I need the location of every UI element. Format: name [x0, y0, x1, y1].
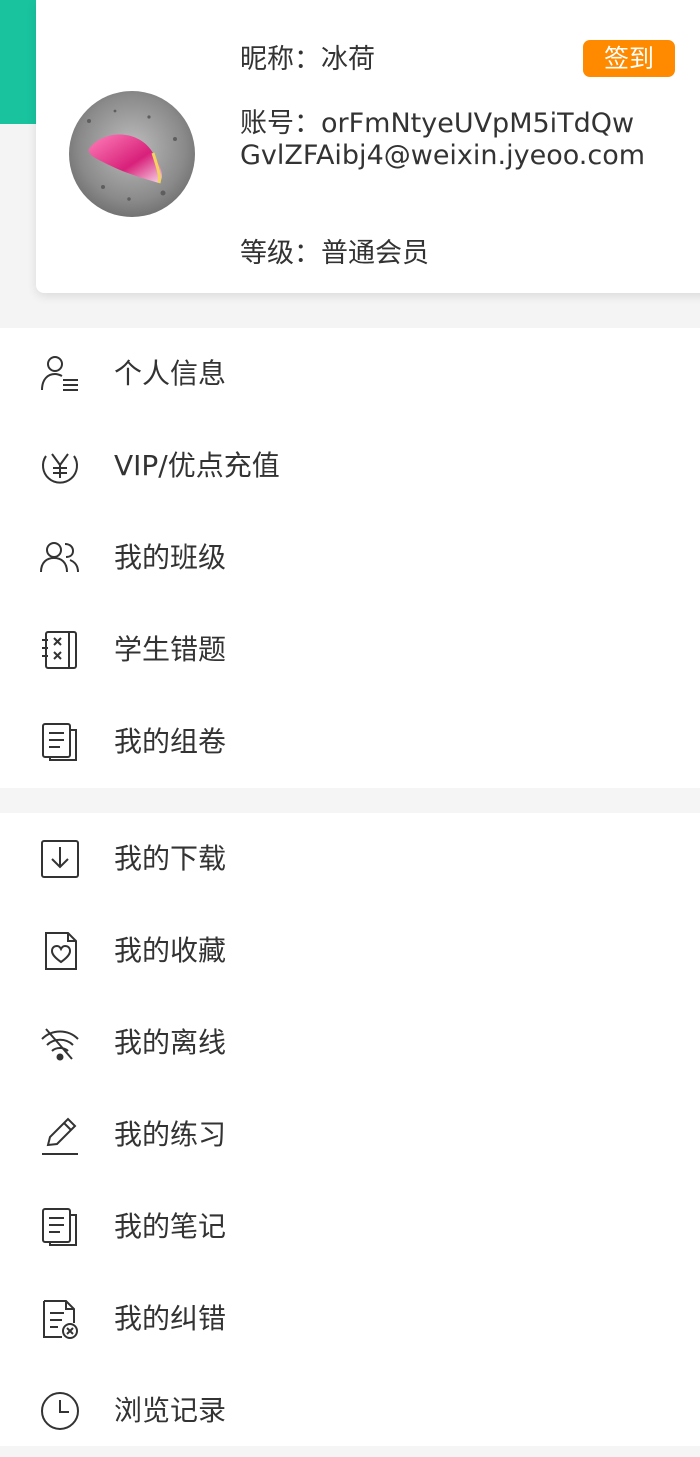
- menu-label: 浏览记录: [114, 1394, 227, 1427]
- document-icon: [38, 720, 82, 764]
- avatar-image: [69, 91, 195, 217]
- menu-item-my-corrections[interactable]: 我的纠错: [0, 1273, 700, 1365]
- download-icon: [38, 837, 82, 881]
- menu-label: 我的纠错: [114, 1302, 227, 1335]
- menu-item-browse-history[interactable]: 浏览记录: [0, 1365, 700, 1457]
- users-icon: [38, 536, 82, 580]
- menu-label: 我的离线: [114, 1026, 227, 1059]
- notes-icon: [38, 1205, 82, 1249]
- checkin-button[interactable]: 签到: [583, 40, 675, 77]
- menu-group-2: 我的下载 我的收藏 我的离线 我的练习 我的笔记 我的纠错 浏览记录: [0, 813, 700, 1446]
- menu-item-my-class[interactable]: 我的班级: [0, 512, 700, 604]
- menu-group-1: 个人信息 VIP/优点充值 我的班级 学生错题 我的组卷: [0, 328, 700, 788]
- menu-label: 我的收藏: [114, 934, 227, 967]
- menu-item-my-offline[interactable]: 我的离线: [0, 997, 700, 1089]
- menu-item-student-wrong-questions[interactable]: 学生错题: [0, 604, 700, 696]
- pencil-icon: [38, 1113, 82, 1157]
- menu-label: 我的班级: [114, 541, 227, 574]
- menu-item-my-papers[interactable]: 我的组卷: [0, 696, 700, 788]
- menu-label: 我的练习: [114, 1118, 227, 1151]
- account-text: 账号：orFmNtyeUVpM5iTdQwGvlZFAibj4@weixin.j…: [240, 108, 646, 171]
- user-list-icon: [38, 352, 82, 396]
- menu-label: 个人信息: [114, 357, 227, 390]
- menu-label: VIP/优点充值: [114, 449, 280, 482]
- menu-item-my-favorites[interactable]: 我的收藏: [0, 905, 700, 997]
- menu-item-my-practice[interactable]: 我的练习: [0, 1089, 700, 1181]
- nickname-text: 昵称：冰荷: [240, 44, 375, 75]
- offline-wifi-icon: [38, 1021, 82, 1065]
- menu-item-my-notes[interactable]: 我的笔记: [0, 1181, 700, 1273]
- yen-circle-icon: [38, 444, 82, 488]
- member-level-text: 等级：普通会员: [240, 238, 429, 269]
- menu-label: 学生错题: [114, 633, 227, 666]
- wrong-questions-icon: [38, 628, 82, 672]
- menu-label: 我的笔记: [114, 1210, 227, 1243]
- error-report-icon: [38, 1297, 82, 1341]
- menu-item-vip-recharge[interactable]: VIP/优点充值: [0, 420, 700, 512]
- menu-label: 我的组卷: [114, 725, 227, 758]
- clock-icon: [38, 1389, 82, 1433]
- avatar[interactable]: [69, 91, 195, 217]
- favorite-heart-icon: [38, 929, 82, 973]
- menu-label: 我的下载: [114, 842, 227, 875]
- menu-item-personal-info[interactable]: 个人信息: [0, 328, 700, 420]
- profile-card: 昵称：冰荷 账号：orFmNtyeUVpM5iTdQwGvlZFAibj4@we…: [36, 0, 700, 293]
- menu-item-my-downloads[interactable]: 我的下载: [0, 813, 700, 905]
- header-accent-bar: [0, 0, 40, 124]
